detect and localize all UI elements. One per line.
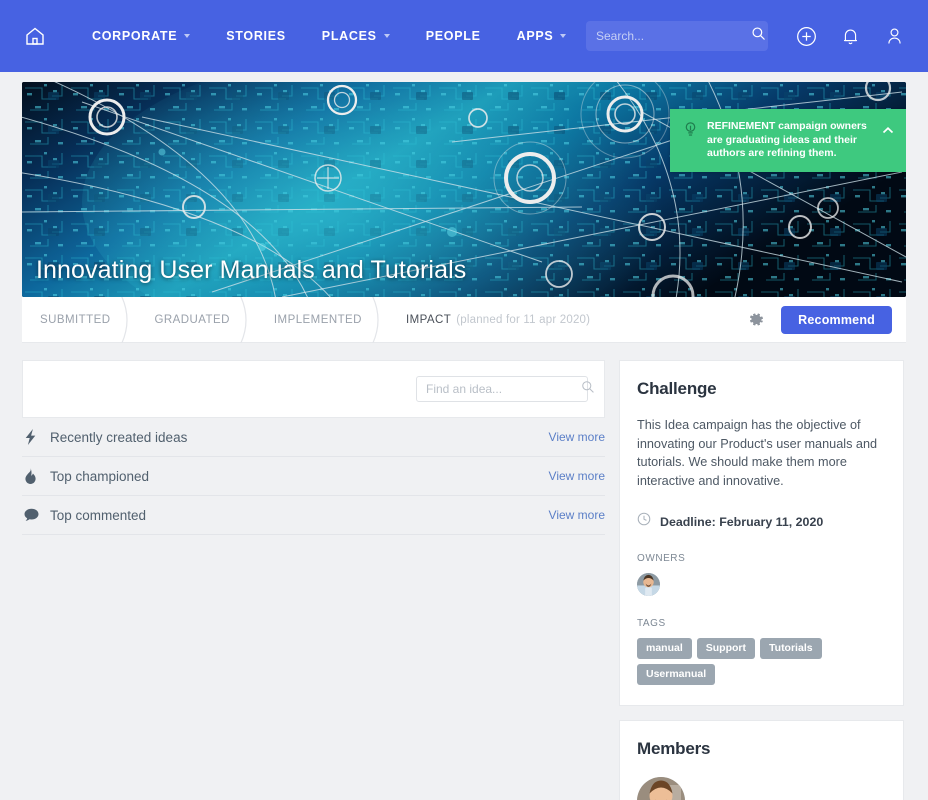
stage-graduated[interactable]: GRADUATED	[137, 294, 256, 346]
search-input[interactable]	[596, 29, 751, 43]
chevron-down-icon	[184, 34, 191, 38]
tag-item[interactable]: Tutorials	[760, 638, 822, 659]
stage-actions: Recommend	[747, 305, 892, 334]
nav-item-label: PEOPLE	[425, 29, 481, 43]
owners-label: OWNERS	[637, 553, 686, 564]
nav-item-places[interactable]: PLACES	[304, 29, 408, 43]
campaign-stage-bar: SUBMITTED GRADUATED IMPLEMENTED IMPACT (…	[22, 294, 906, 346]
nav-item-label: CORPORATE	[92, 29, 178, 43]
challenge-description: This Idea campaign has the objective of …	[637, 418, 878, 488]
sidebar-column: Challenge This Idea campaign has the obj…	[619, 360, 904, 800]
view-more-link[interactable]: View more	[549, 430, 605, 444]
stage-list: SUBMITTED GRADUATED IMPLEMENTED IMPACT (…	[22, 294, 616, 346]
gear-icon[interactable]	[747, 311, 765, 329]
view-more-link[interactable]: View more	[549, 469, 605, 483]
list-item-label: Recently created ideas	[50, 429, 188, 445]
view-more-link[interactable]: View more	[549, 508, 605, 522]
deadline-row: Deadline: February 11, 2020	[637, 512, 886, 531]
chevron-down-icon	[560, 34, 567, 38]
tag-item[interactable]: Usermanual	[637, 664, 716, 685]
home-icon[interactable]	[22, 23, 48, 49]
stage-label: SUBMITTED	[40, 313, 111, 326]
avatar[interactable]	[637, 573, 660, 596]
nav-item-label: STORIES	[226, 29, 286, 43]
lightbulb-icon	[683, 120, 699, 161]
stage-implemented[interactable]: IMPLEMENTED	[256, 294, 388, 346]
refinement-notice-text: REFINEMENT campaign owners are graduatin…	[707, 120, 867, 159]
stage-label: IMPLEMENTED	[273, 313, 362, 326]
nav-item-apps[interactable]: APPS	[499, 29, 585, 43]
page-container: Innovating User Manuals and Tutorials RE…	[0, 72, 928, 800]
content-area: Recently created ideas View more Top cha…	[22, 360, 906, 800]
list-item[interactable]: Recently created ideas View more	[22, 418, 605, 457]
tag-list: manual Support Tutorials Usermanual	[637, 638, 886, 685]
tags-label: TAGS	[637, 618, 666, 629]
nav-item-stories[interactable]: STORIES	[208, 29, 304, 43]
challenge-title: Challenge	[637, 379, 717, 398]
nav-search-area	[586, 21, 906, 51]
nav-item-corporate[interactable]: CORPORATE	[74, 29, 208, 43]
tag-item[interactable]: manual	[637, 638, 692, 659]
stage-separator-icon	[370, 294, 388, 346]
top-navigation-bar: CORPORATE STORIES PLACES PEOPLE APPS	[0, 0, 928, 72]
members-card: Members	[619, 720, 904, 800]
nav-item-label: APPS	[516, 29, 554, 43]
stage-planned-date: (planned for 11 apr 2020)	[456, 313, 591, 326]
tag-item[interactable]: Support	[696, 638, 756, 659]
page-title: Innovating User Manuals and Tutorials	[36, 256, 467, 284]
flame-icon	[24, 468, 50, 484]
clock-icon	[637, 512, 651, 531]
nav-icon-group	[794, 24, 906, 48]
challenge-card: Challenge This Idea campaign has the obj…	[619, 360, 904, 706]
user-icon[interactable]	[882, 24, 906, 48]
list-item-label: Top championed	[50, 468, 150, 484]
members-title: Members	[637, 739, 711, 758]
list-item[interactable]: Top commented View more	[22, 496, 605, 535]
lightning-bolt-icon	[24, 429, 50, 445]
refinement-notice-banner: REFINEMENT campaign owners are graduatin…	[670, 109, 906, 172]
stage-separator-icon	[119, 294, 137, 346]
list-item[interactable]: Top championed View more	[22, 457, 605, 496]
ideas-column: Recently created ideas View more Top cha…	[22, 360, 605, 800]
avatar[interactable]	[637, 777, 685, 800]
campaign-hero-banner: Innovating User Manuals and Tutorials RE…	[22, 82, 906, 297]
search-icon[interactable]	[751, 26, 766, 46]
nav-item-people[interactable]: PEOPLE	[408, 29, 499, 43]
comment-bubble-icon	[24, 508, 50, 522]
search-icon[interactable]	[581, 380, 595, 399]
stage-separator-icon	[238, 294, 256, 346]
stage-submitted[interactable]: SUBMITTED	[22, 294, 137, 346]
deadline-text: Deadline: February 11, 2020	[660, 514, 824, 529]
bell-icon[interactable]	[838, 24, 862, 48]
list-item-label: Top commented	[50, 507, 147, 523]
idea-search-card	[22, 360, 605, 418]
recommend-button[interactable]: Recommend	[781, 305, 892, 334]
stage-label: GRADUATED	[154, 313, 230, 326]
find-idea-box[interactable]	[416, 376, 594, 402]
chevron-down-icon	[383, 34, 390, 38]
global-search-box[interactable]	[586, 21, 768, 51]
find-idea-input[interactable]	[426, 382, 581, 396]
nav-links: CORPORATE STORIES PLACES PEOPLE APPS	[74, 29, 584, 43]
nav-item-label: PLACES	[321, 29, 377, 43]
plus-circle-icon[interactable]	[794, 24, 818, 48]
stage-impact[interactable]: IMPACT (planned for 11 apr 2020)	[388, 297, 616, 342]
stage-label: IMPACT	[405, 313, 452, 326]
chevron-up-icon[interactable]	[882, 120, 894, 161]
